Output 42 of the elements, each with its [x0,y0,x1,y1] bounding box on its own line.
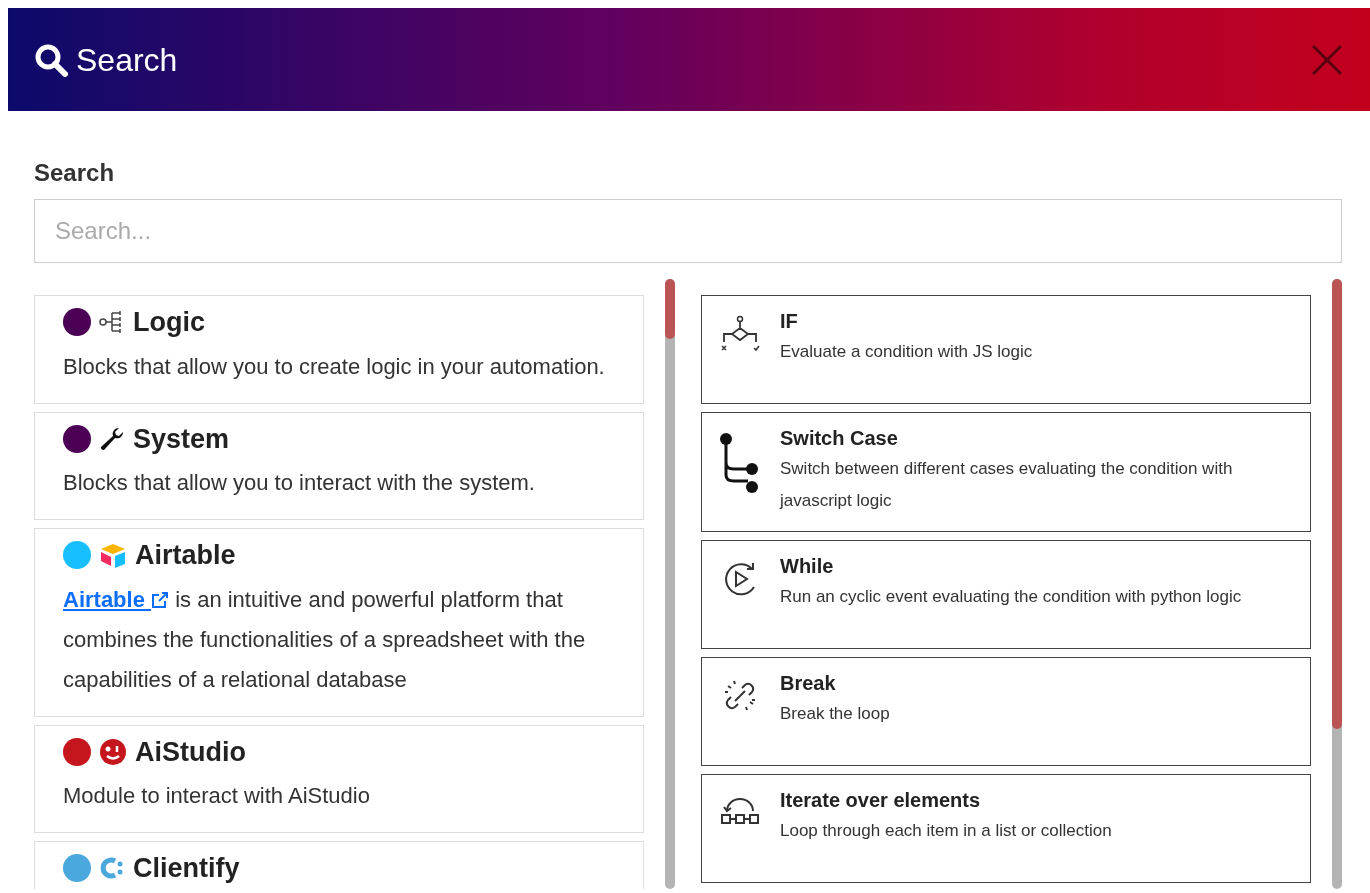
category-description: Blocks that allow you to interact with the system. [63,469,536,497]
block-description: Break the loop [780,703,890,725]
search-label: Search [34,158,116,188]
wrench-icon [99,425,125,452]
search-icon [34,42,68,77]
block-card[interactable]: Iterate over elements Loop through each item in a list or collection [701,774,1311,883]
block-card[interactable]: While Run an cyclic event evaluating the condition with python logic [701,540,1311,649]
category-description: Module to interact with AiStudio [63,782,371,810]
scrollbar[interactable] [665,279,675,889]
category-description: Airtable is an intuitive and powerful platform that combines the functionalities of a spreadsheet with the capabilities of a relational database [63,585,587,694]
block-description: Evaluate a condition with JS logic [780,341,1033,363]
block-card[interactable]: IF Evaluate a condition with JS logic [701,295,1311,404]
block-description: Switch between different cases evaluating the condition with javascript logic [780,458,1234,512]
block-title: Iterate over elements [780,788,982,813]
block-card[interactable]: Switch Case Switch between different cases evaluating the condition with javascript logic [701,412,1311,532]
search-field[interactable]: Search... [34,199,1342,263]
category-card[interactable]: Airtable Airtable is an intuitive and powerful platform that combines the functionalities of a spreadsheet with the capabilities of a relational database [34,528,644,717]
airtable-link[interactable]: Airtable [63,586,170,612]
dialog-title: Search [76,40,178,80]
category-title: System [133,422,230,456]
category-card[interactable]: System Blocks that allow you to interact with the system. [34,411,644,520]
category-title: Logic [133,306,205,339]
block-title: Break [780,671,837,696]
cube-logo-icon [99,542,127,569]
external-link-icon [151,590,170,609]
close-button[interactable] [1310,42,1344,77]
category-title: Clientify [133,852,240,885]
category-title: AiStudio [135,735,246,769]
block-description: Loop through each item in a list or collection [780,820,1112,842]
block-title: While [780,554,835,579]
scrollbar[interactable] [1332,279,1342,889]
category-card[interactable]: Logic Blocks that allow you to create logic in your automation. [34,295,644,404]
category-card[interactable]: Clientify [34,841,644,889]
smiley-logo-icon [99,737,127,766]
block-description: Run an cyclic event evaluating the condition with python logic [780,586,1242,608]
category-card[interactable]: AiStudio Module to interact with AiStudio [34,724,644,833]
block-title: Switch Case [780,426,899,451]
category-title: Airtable [135,539,236,572]
block-card[interactable]: Break Break the loop [701,657,1311,766]
block-title: IF [780,309,799,334]
category-description: Blocks that allow you to create logic in your automation. [63,352,606,381]
c-logo-icon [99,855,125,882]
